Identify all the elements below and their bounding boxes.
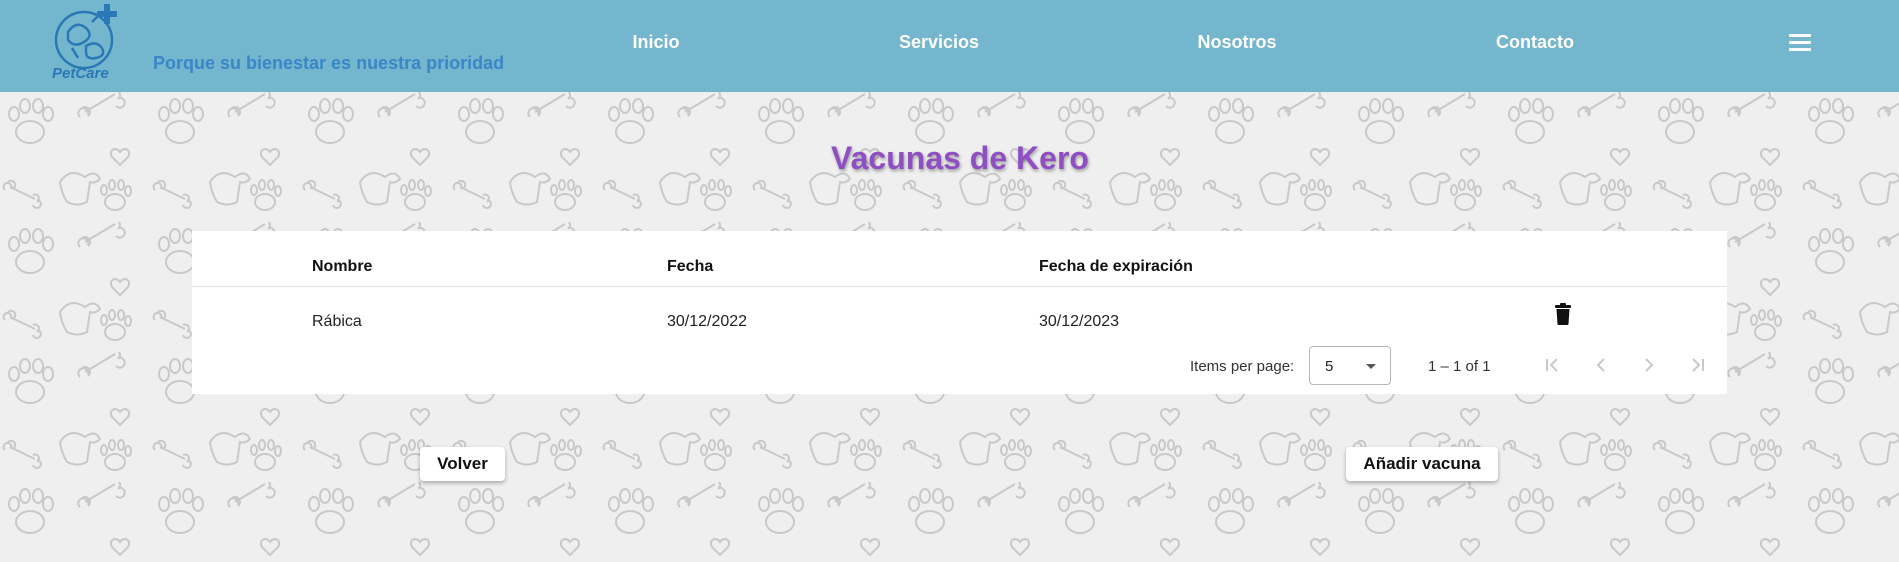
page-size-value: 5	[1325, 358, 1334, 375]
cell-fecha: 30/12/2022	[667, 313, 748, 330]
column-header-nombre[interactable]: Nombre	[312, 258, 372, 276]
last-page-icon[interactable]	[1686, 353, 1710, 377]
column-header-fecha-expiracion[interactable]: Fecha de expiración	[1039, 258, 1193, 276]
previous-page-icon[interactable]	[1589, 353, 1613, 377]
nav-contacto[interactable]: Contacto	[1496, 32, 1574, 53]
table-divider	[192, 286, 1727, 287]
items-per-page-label: Items per page:	[1190, 358, 1295, 375]
page-size-select[interactable]: 5	[1309, 346, 1391, 385]
page-range-label: 1 – 1 of 1	[1428, 358, 1491, 375]
trash-icon[interactable]	[1555, 303, 1571, 325]
logo-text: PetCare	[52, 65, 109, 82]
next-page-icon[interactable]	[1637, 353, 1661, 377]
page-title: Vacunas de Kero	[831, 140, 1089, 176]
back-button[interactable]: Volver	[420, 447, 505, 481]
tagline: Porque su bienestar es nuestra prioridad	[153, 53, 505, 73]
cell-fecha-expiracion: 30/12/2023	[1039, 313, 1120, 330]
cell-nombre: Rábica	[312, 313, 362, 330]
top-navbar: PetCare Porque su bienestar es nuestra p…	[0, 0, 1899, 92]
column-header-fecha[interactable]: Fecha	[667, 258, 713, 276]
nav-nosotros[interactable]: Nosotros	[1197, 32, 1276, 53]
add-vaccine-button[interactable]: Añadir vacuna	[1346, 447, 1498, 481]
nav-inicio[interactable]: Inicio	[632, 32, 679, 53]
hamburger-menu-icon[interactable]	[1789, 34, 1811, 52]
nav-servicios[interactable]: Servicios	[899, 32, 979, 53]
first-page-icon[interactable]	[1540, 353, 1564, 377]
dropdown-arrow-icon	[1366, 364, 1376, 369]
petcare-logo[interactable]: PetCare	[48, 2, 124, 86]
vaccines-table: Nombre Fecha Fecha de expiración Rábica …	[192, 231, 1727, 394]
